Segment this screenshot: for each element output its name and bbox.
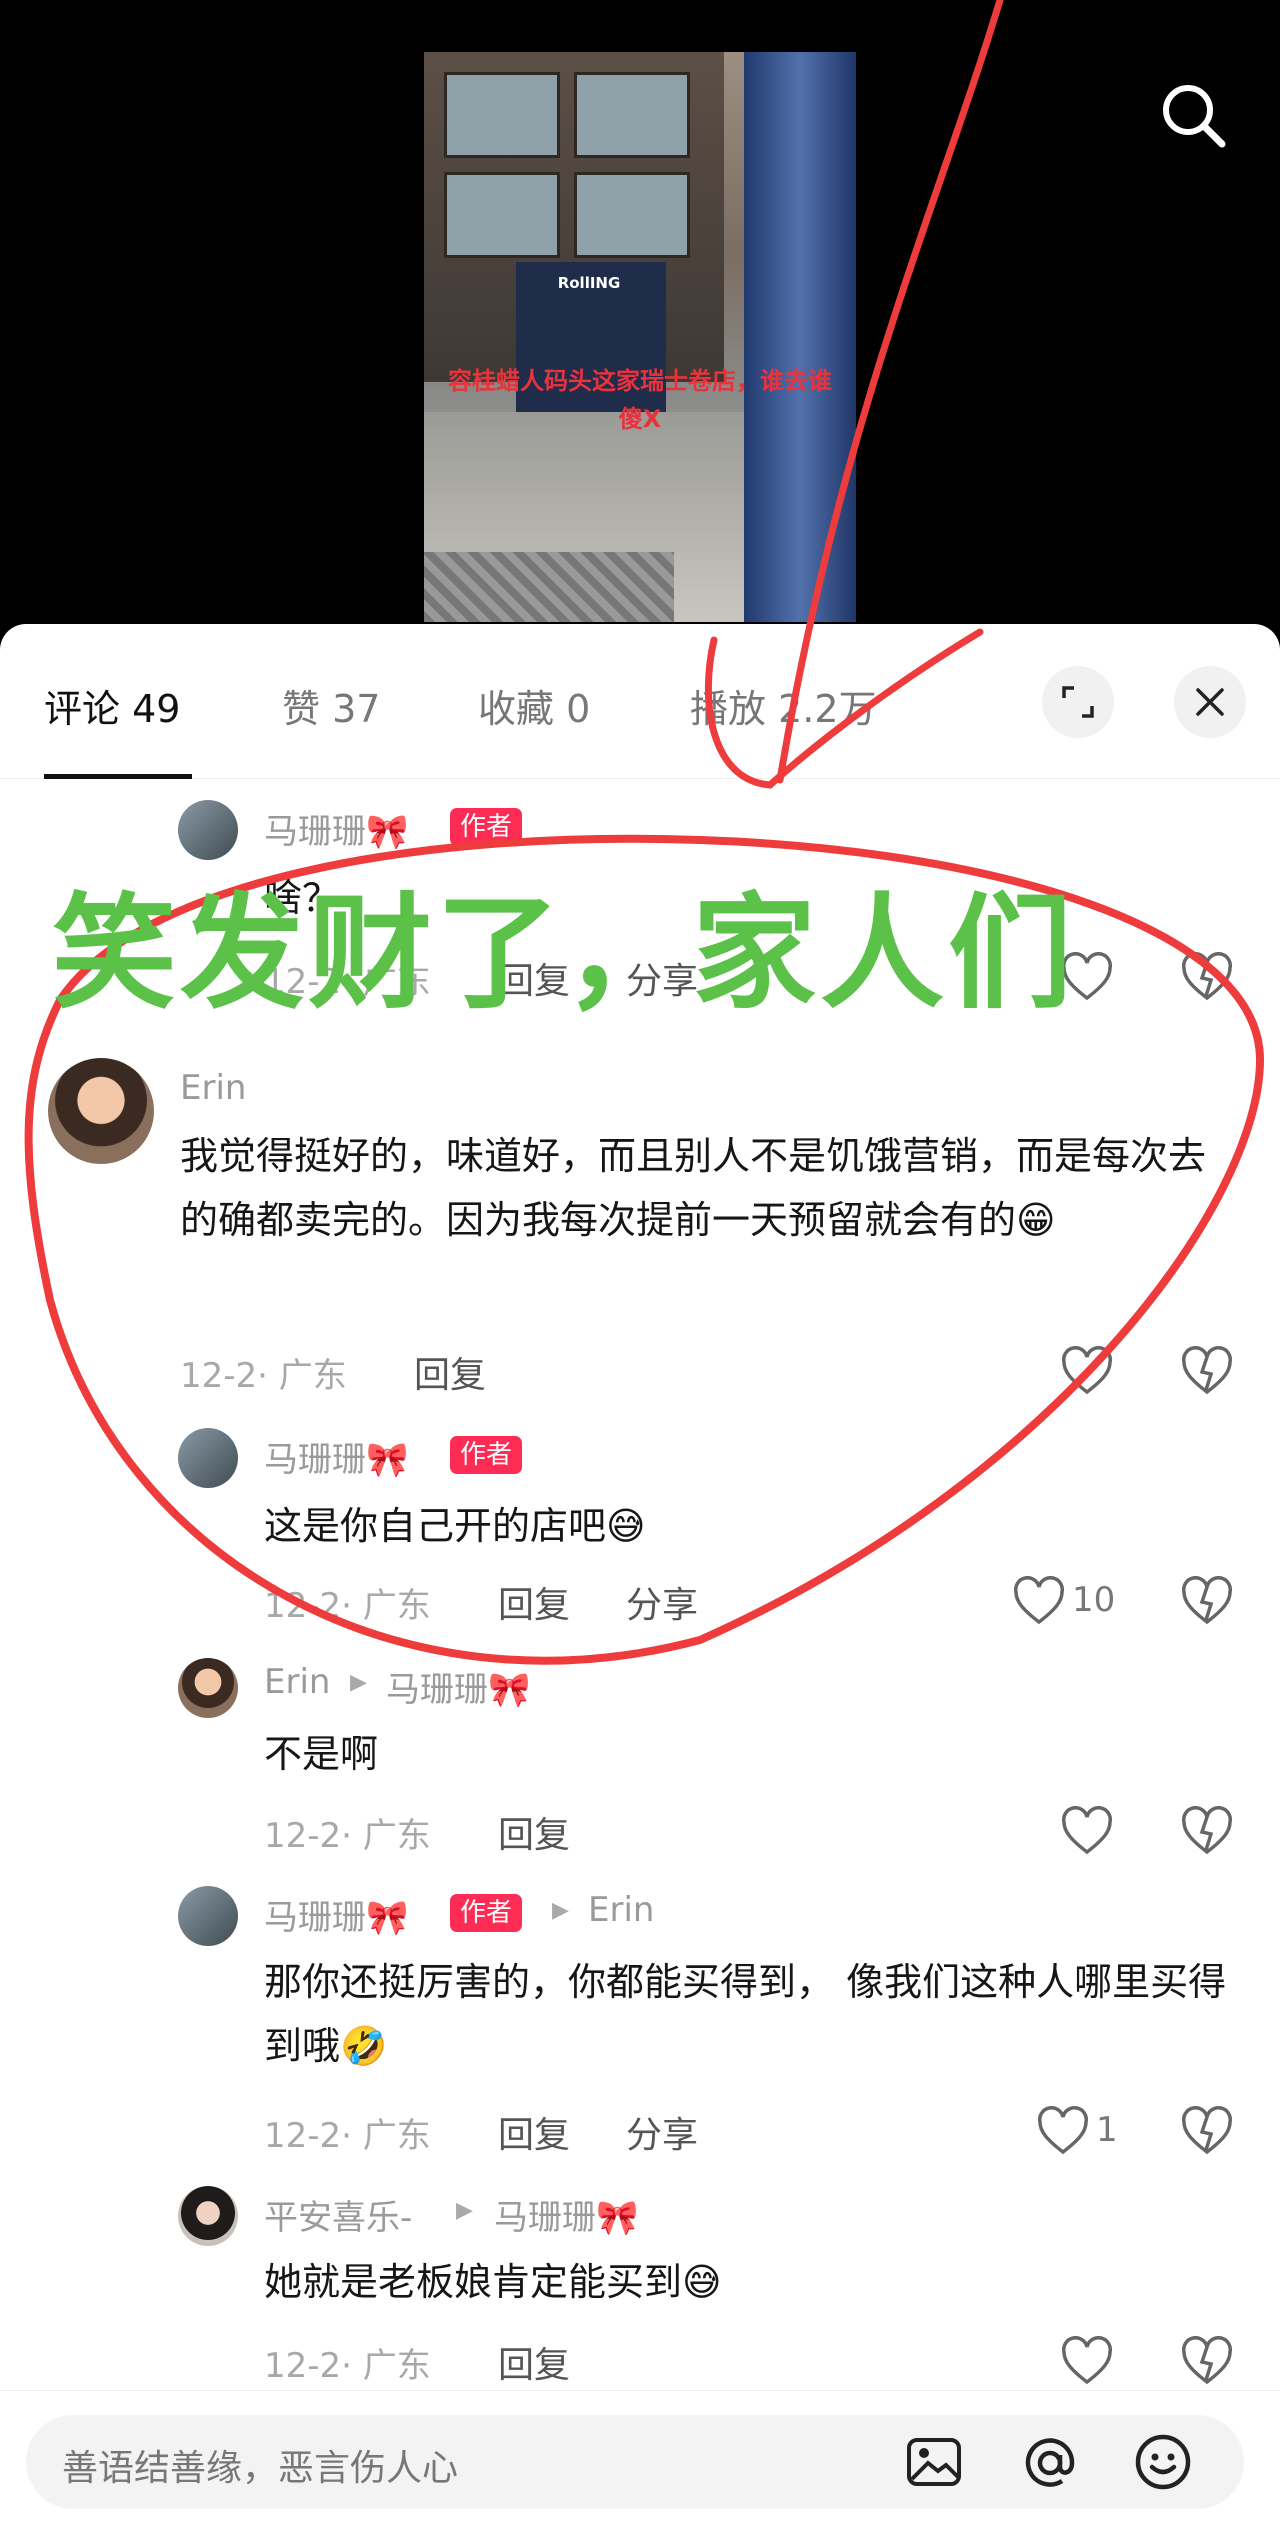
emoji-icon[interactable]: [1134, 2433, 1192, 2491]
reply-arrow-icon: ▶: [350, 1670, 367, 1695]
comment-text: 那你还挺厉害的，你都能买得到， 像我们这种人哪里买得到哦🤣: [264, 1960, 1227, 2068]
video-caption: 容桂蜡人码头这家瑞士卷店，谁去谁傻X: [448, 367, 832, 433]
author-badge: 作者: [450, 1894, 523, 1932]
comment-username[interactable]: Erin: [264, 1662, 330, 1702]
avatar[interactable]: [48, 1058, 154, 1164]
reply-button[interactable]: 回复: [498, 2336, 570, 2388]
expand-button[interactable]: [1042, 666, 1114, 738]
reply-button[interactable]: 回复: [414, 1346, 486, 1398]
avatar[interactable]: [178, 1658, 238, 1718]
close-button[interactable]: [1174, 666, 1246, 738]
like-icon[interactable]: [1060, 1346, 1114, 1396]
comment-date: 12-2· 广东: [264, 2346, 431, 2386]
dislike-icon[interactable]: [1180, 1346, 1234, 1396]
avatar[interactable]: [178, 1428, 238, 1488]
comment-username[interactable]: Erin: [180, 1068, 246, 1108]
window-image: [574, 72, 690, 158]
avatar[interactable]: [178, 800, 238, 860]
like-icon[interactable]: [1060, 1806, 1114, 1856]
reply-arrow-icon: ▶: [552, 1898, 569, 1923]
comment-date: 12-2· 广东: [264, 1586, 431, 1626]
comment-date: 12-2· 广东: [180, 1356, 347, 1396]
like-icon[interactable]: [1012, 1576, 1066, 1626]
like-icon[interactable]: [1060, 2336, 1114, 2386]
window-image: [574, 172, 690, 258]
pavement-image: [424, 552, 674, 622]
search-icon[interactable]: [1158, 80, 1228, 150]
comment-text: 不是啊: [264, 1732, 379, 1776]
tab-comments[interactable]: 评论 49: [44, 678, 180, 733]
author-badge: 作者: [450, 808, 523, 846]
dislike-icon[interactable]: [1180, 1806, 1234, 1856]
comment-text: 这是你自己开的店吧😅: [264, 1504, 646, 1548]
tab-plays[interactable]: 播放 2.2万: [690, 678, 877, 733]
tab-indicator: [44, 774, 192, 779]
window-image: [444, 72, 560, 158]
comment-input[interactable]: 善语结善缘，恶言伤人心: [26, 2415, 1244, 2509]
reply-to-username[interactable]: 马珊珊🎀: [386, 1662, 530, 1711]
dislike-icon[interactable]: [1180, 2336, 1234, 2386]
shop-sign: RollING: [557, 274, 621, 292]
reply-to-username[interactable]: 马珊珊🎀: [494, 2190, 638, 2239]
comment-username[interactable]: 马珊珊🎀: [264, 1432, 408, 1481]
comment-date: 12-2· 广东: [264, 2116, 431, 2156]
comment-username[interactable]: 马珊珊🎀: [264, 804, 408, 853]
annotation-text: 笑发财了，家人们: [52, 882, 1077, 1026]
tab-favorites[interactable]: 收藏 0: [478, 678, 590, 733]
tab-bar: 评论 49 赞 37 收藏 0 播放 2.2万: [0, 624, 1280, 779]
input-placeholder: 善语结善缘，恶言伤人心: [62, 2448, 459, 2489]
like-icon[interactable]: [1036, 2106, 1090, 2156]
reply-to-username[interactable]: Erin: [588, 1890, 654, 1930]
comment-username[interactable]: 平安喜乐-: [264, 2190, 412, 2239]
tab-likes[interactable]: 赞 37: [282, 678, 380, 733]
share-button[interactable]: 分享: [626, 1576, 698, 1628]
like-count: 1: [1096, 2110, 1118, 2150]
share-button[interactable]: 分享: [626, 2106, 698, 2158]
reply-button[interactable]: 回复: [498, 1806, 570, 1858]
image-icon[interactable]: [906, 2437, 962, 2487]
mention-icon[interactable]: [1022, 2435, 1078, 2491]
comment-username[interactable]: 马珊珊🎀: [264, 1890, 408, 1939]
avatar[interactable]: [178, 1886, 238, 1946]
video-thumbnail[interactable]: RollING 容桂蜡人码头这家瑞士卷店，谁去谁傻X: [424, 52, 856, 622]
expand-icon: [1062, 686, 1094, 718]
comment-input-bar: 善语结善缘，恶言伤人心: [0, 2390, 1280, 2527]
comment-text: 我觉得挺好的，味道好，而且别人不是饥饿营销，而是每次去的确都卖完的。因为我每次提…: [180, 1134, 1207, 1242]
dislike-icon[interactable]: [1180, 1576, 1234, 1626]
reply-button[interactable]: 回复: [498, 2106, 570, 2158]
comment-date: 12-2· 广东: [264, 1816, 431, 1856]
dislike-icon[interactable]: [1180, 952, 1234, 1002]
author-badge: 作者: [450, 1436, 523, 1474]
reply-button[interactable]: 回复: [498, 1576, 570, 1628]
reply-arrow-icon: ▶: [456, 2198, 473, 2223]
dislike-icon[interactable]: [1180, 2106, 1234, 2156]
close-icon: [1196, 688, 1224, 716]
comment-text: 她就是老板娘肯定能买到😅: [264, 2260, 722, 2304]
video-player[interactable]: RollING 容桂蜡人码头这家瑞士卷店，谁去谁傻X: [0, 0, 1280, 640]
window-image: [444, 172, 560, 258]
like-count: 10: [1072, 1580, 1116, 1620]
pillar-image: [744, 52, 856, 622]
avatar[interactable]: [178, 2186, 238, 2246]
